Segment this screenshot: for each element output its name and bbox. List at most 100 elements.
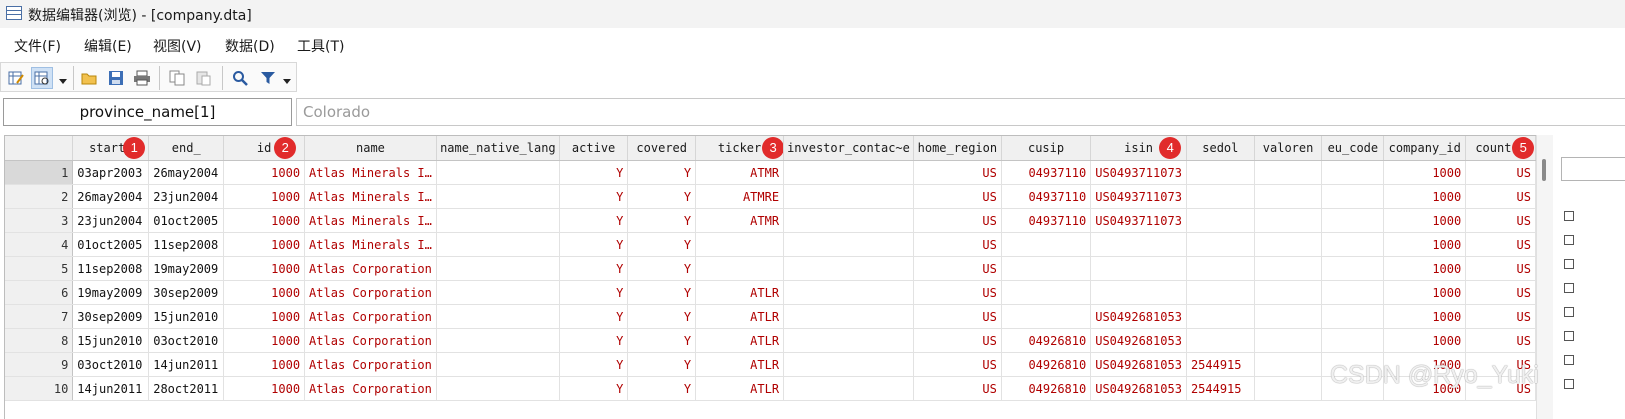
table-cell[interactable]: 15jun2010 (72, 328, 150, 353)
table-cell[interactable]: Y (559, 232, 629, 257)
table-cell[interactable]: 1000 (1383, 160, 1467, 185)
table-cell[interactable]: 04926810 (1001, 352, 1092, 377)
table-cell[interactable]: Y (559, 328, 629, 353)
table-cell[interactable]: Atlas Minerals I… (304, 208, 437, 233)
variable-name-box[interactable]: province_name[1] (3, 98, 292, 126)
table-row[interactable]: 2 26may2004 23jun2004 1000 Atlas Minerals I…… (5, 184, 1536, 209)
table-cell[interactable] (1186, 304, 1255, 329)
table-cell[interactable] (783, 280, 914, 305)
table-cell[interactable]: US (913, 208, 1002, 233)
table-row[interactable]: 9 03oct2010 14jun2011 1000 Atlas Corporation… (5, 352, 1536, 377)
table-cell[interactable]: US (913, 232, 1002, 257)
table-cell[interactable] (1090, 256, 1187, 281)
table-cell[interactable]: 01oct2005 (72, 232, 150, 257)
column-header-sedol[interactable]: sedol (1186, 136, 1255, 161)
table-cell[interactable]: US0493711073 (1090, 208, 1187, 233)
table-cell[interactable] (1321, 232, 1385, 257)
table-cell[interactable]: 1000 (1383, 352, 1467, 377)
table-cell[interactable]: 19may2009 (72, 280, 150, 305)
column-header-valoren[interactable]: valoren (1254, 136, 1323, 161)
table-cell[interactable] (783, 256, 914, 281)
column-header-isin[interactable]: isin 4 (1090, 136, 1187, 161)
table-cell[interactable]: ATMR (695, 160, 785, 185)
table-cell[interactable]: 14jun2011 (148, 352, 225, 377)
table-cell[interactable]: ATLR (695, 352, 785, 377)
table-cell[interactable] (1001, 280, 1092, 305)
column-header-name[interactable]: name (304, 136, 437, 161)
menu-data[interactable]: 数据(D) (225, 36, 275, 56)
table-cell[interactable]: US (913, 328, 1002, 353)
table-cell[interactable]: Y (627, 280, 697, 305)
variable-checkbox[interactable] (1564, 259, 1574, 269)
browse-mode-icon[interactable] (31, 67, 53, 89)
save-icon[interactable] (105, 67, 127, 89)
table-cell[interactable] (1254, 160, 1323, 185)
column-header-end-[interactable]: end_ (148, 136, 225, 161)
table-cell[interactable]: 1000 (223, 256, 306, 281)
column-header-id[interactable]: id 2 (223, 136, 306, 161)
vertical-scrollbar[interactable] (1536, 135, 1553, 419)
table-cell[interactable]: US0492681053 (1090, 376, 1187, 401)
table-cell[interactable]: 1000 (223, 232, 306, 257)
variable-checkbox[interactable] (1564, 379, 1574, 389)
table-cell[interactable]: Atlas Corporation (304, 256, 437, 281)
table-cell[interactable]: ATLR (695, 328, 785, 353)
table-cell[interactable]: ATMRE (695, 184, 785, 209)
table-cell[interactable]: 26may2004 (72, 184, 150, 209)
table-cell[interactable]: Y (559, 352, 629, 377)
table-cell[interactable]: 14jun2011 (72, 376, 150, 401)
column-header-country[interactable]: country 5 (1465, 136, 1536, 161)
filter-icon[interactable] (257, 67, 279, 89)
table-cell[interactable] (1001, 256, 1092, 281)
table-row[interactable]: 4 01oct2005 11sep2008 1000 Atlas Minerals I…… (5, 232, 1536, 257)
table-cell[interactable] (1254, 304, 1323, 329)
table-cell[interactable] (1321, 208, 1385, 233)
table-cell[interactable]: 2544915 (1186, 352, 1255, 377)
table-cell[interactable]: US0493711073 (1090, 160, 1187, 185)
table-cell[interactable]: 03oct2010 (72, 352, 150, 377)
table-cell[interactable] (1186, 184, 1255, 209)
table-cell[interactable]: US (1465, 184, 1536, 209)
table-cell[interactable]: 1000 (1383, 232, 1467, 257)
table-cell[interactable]: 1000 (223, 160, 306, 185)
table-row[interactable]: 6 19may2009 30sep2009 1000 Atlas Corporation… (5, 280, 1536, 305)
table-cell[interactable]: Y (559, 184, 629, 209)
table-cell[interactable]: 1000 (223, 280, 306, 305)
table-cell[interactable]: US (1465, 376, 1536, 401)
table-cell[interactable]: US (913, 352, 1002, 377)
column-header-active[interactable]: active (559, 136, 629, 161)
menu-file[interactable]: 文件(F) (14, 36, 61, 56)
table-row[interactable]: 1 03apr2003 26may2004 1000 Atlas Minerals I…… (5, 160, 1536, 185)
table-cell[interactable] (1186, 328, 1255, 353)
table-cell[interactable]: ATLR (695, 376, 785, 401)
table-cell[interactable]: 19may2009 (148, 256, 225, 281)
table-cell[interactable] (1254, 376, 1323, 401)
search-icon[interactable] (229, 67, 251, 89)
table-cell[interactable]: Y (559, 160, 629, 185)
table-cell[interactable] (1186, 208, 1255, 233)
menu-tools[interactable]: 工具(T) (297, 36, 344, 56)
table-cell[interactable]: 1000 (223, 376, 306, 401)
table-cell[interactable] (783, 232, 914, 257)
table-cell[interactable]: 03oct2010 (148, 328, 225, 353)
table-cell[interactable] (783, 304, 914, 329)
table-cell[interactable] (1321, 184, 1385, 209)
variable-checkbox[interactable] (1564, 235, 1574, 245)
table-cell[interactable]: 01oct2005 (148, 208, 225, 233)
table-cell[interactable]: Y (559, 256, 629, 281)
cell-value-box[interactable]: Colorado (296, 98, 1625, 126)
table-cell[interactable]: 1000 (223, 328, 306, 353)
table-cell[interactable] (783, 160, 914, 185)
table-cell[interactable]: 04937110 (1001, 160, 1092, 185)
table-cell[interactable] (1254, 280, 1323, 305)
table-cell[interactable]: US (913, 304, 1002, 329)
table-cell[interactable]: Y (559, 280, 629, 305)
menu-view[interactable]: 视图(V) (153, 36, 202, 56)
table-cell[interactable]: 1000 (223, 304, 306, 329)
table-cell[interactable]: 04937110 (1001, 184, 1092, 209)
table-cell[interactable]: US (1465, 352, 1536, 377)
table-cell[interactable]: US (913, 160, 1002, 185)
column-header-company-id[interactable]: company_id (1383, 136, 1467, 161)
table-cell[interactable] (436, 376, 560, 401)
table-cell[interactable]: US (1465, 256, 1536, 281)
